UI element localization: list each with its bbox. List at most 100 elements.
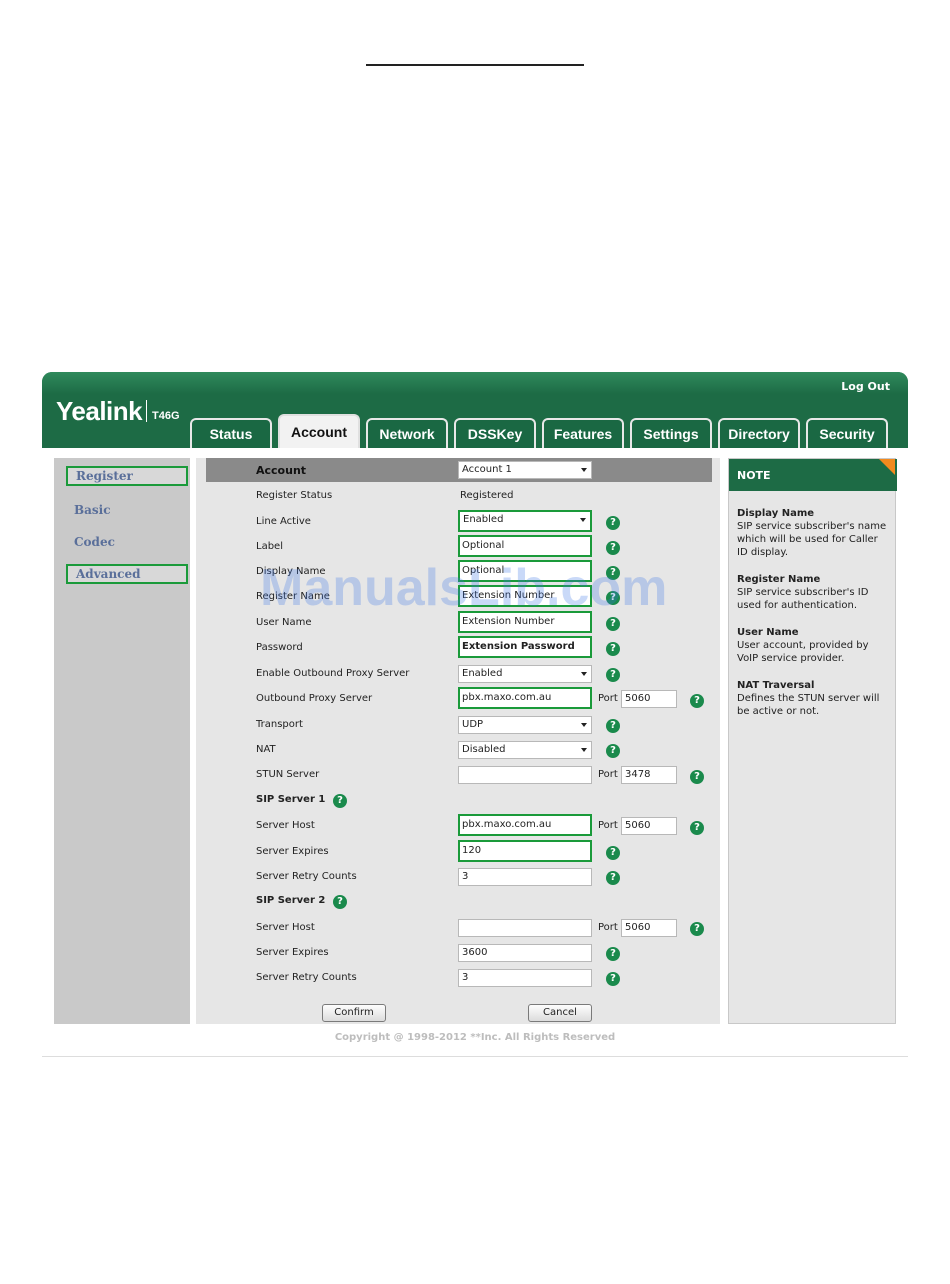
note-item-text: SIP service subscriber's ID used for aut… (737, 587, 869, 611)
copyright-text: Copyright @ 1998-2012 **Inc. All Rights … (334, 1032, 616, 1043)
sip2-port-field[interactable]: 5060 (621, 919, 677, 937)
note-item: User Name User account, provided by VoIP… (737, 626, 891, 665)
note-item: Display Name SIP service subscriber's na… (737, 507, 891, 559)
sip-server-1-title: SIP Server 1 (256, 794, 326, 805)
sidebar-item-register[interactable]: Register (66, 466, 188, 486)
help-icon[interactable]: ? (690, 821, 704, 835)
note-item-text: Defines the STUN server will be active o… (737, 693, 880, 717)
password-field[interactable]: Extension Password (458, 636, 592, 658)
help-icon[interactable]: ? (690, 694, 704, 708)
port-label: Port (598, 820, 618, 831)
yealink-web-ui: Yealink T46G Log Out Status Account Netw… (42, 372, 908, 1062)
help-icon[interactable]: ? (606, 642, 620, 656)
label-field[interactable]: Optional (458, 535, 592, 557)
note-corner-flag (879, 459, 895, 475)
line-active-label: Line Active (256, 516, 311, 527)
help-icon[interactable]: ? (606, 972, 620, 986)
sidebar-item-basic[interactable]: Basic (66, 500, 188, 520)
tab-directory[interactable]: Directory (718, 418, 800, 448)
port-label: Port (598, 693, 618, 704)
sip1-retry-counts-label: Server Retry Counts (256, 871, 357, 882)
port-label: Port (598, 769, 618, 780)
sip1-port-field[interactable]: 5060 (621, 817, 677, 835)
tab-features[interactable]: Features (542, 418, 624, 448)
register-status-value: Registered (460, 490, 514, 501)
help-icon[interactable]: ? (606, 744, 620, 758)
chevron-down-icon (581, 468, 587, 472)
brand-logo: Yealink (56, 396, 143, 426)
note-item: Register Name SIP service subscriber's I… (737, 573, 891, 612)
help-icon[interactable]: ? (333, 895, 347, 909)
sip2-retry-counts-field[interactable]: 3 (458, 969, 592, 987)
help-icon[interactable]: ? (606, 668, 620, 682)
help-icon[interactable]: ? (606, 719, 620, 733)
sip-server-2-title: SIP Server 2 (256, 895, 326, 906)
account-select-value: Account 1 (462, 464, 512, 475)
help-icon[interactable]: ? (690, 922, 704, 936)
sip2-server-host-label: Server Host (256, 922, 315, 933)
help-icon[interactable]: ? (606, 516, 620, 530)
outbound-port-field[interactable]: 5060 (621, 690, 677, 708)
help-icon[interactable]: ? (333, 794, 347, 808)
sip2-server-host-field[interactable] (458, 919, 592, 937)
note-item-title: NAT Traversal (737, 680, 815, 691)
transport-select[interactable]: UDP (458, 716, 592, 734)
account-form: Account Account 1 Register Status Regist… (196, 458, 720, 1024)
tab-security[interactable]: Security (806, 418, 888, 448)
sip2-server-expires-label: Server Expires (256, 947, 329, 958)
help-icon[interactable]: ? (690, 770, 704, 784)
note-panel: NOTE Display Name SIP service subscriber… (728, 458, 897, 1024)
header-bar: Yealink T46G Log Out Status Account Netw… (42, 372, 908, 448)
nat-select[interactable]: Disabled (458, 741, 592, 759)
outbound-proxy-field[interactable]: pbx.maxo.com.au (458, 687, 592, 709)
account-select[interactable]: Account 1 (458, 461, 592, 479)
password-label: Password (256, 642, 303, 653)
sip1-server-expires-label: Server Expires (256, 846, 329, 857)
note-item-title: Register Name (737, 574, 821, 585)
logo-separator (146, 400, 147, 422)
stun-server-label: STUN Server (256, 769, 320, 780)
page-top-rule (366, 64, 584, 66)
note-item-text: SIP service subscriber's name which will… (737, 521, 887, 558)
transport-value: UDP (462, 719, 484, 730)
help-icon[interactable]: ? (606, 541, 620, 555)
model-label: T46G (152, 410, 180, 422)
logout-link[interactable]: Log Out (841, 380, 890, 393)
account-selector-bar: Account Account 1 (206, 458, 712, 482)
sip1-server-expires-field[interactable]: 120 (458, 840, 592, 862)
port-label: Port (598, 922, 618, 933)
line-active-select[interactable]: Enabled (458, 510, 592, 532)
help-icon[interactable]: ? (606, 846, 620, 860)
tab-settings[interactable]: Settings (630, 418, 712, 448)
nat-value: Disabled (462, 744, 506, 755)
tab-dsskey[interactable]: DSSKey (454, 418, 536, 448)
label-label: Label (256, 541, 283, 552)
note-body: Display Name SIP service subscriber's na… (737, 507, 891, 732)
chevron-down-icon (581, 672, 587, 676)
tab-network[interactable]: Network (366, 418, 448, 448)
outbound-proxy-label: Outbound Proxy Server (256, 693, 373, 704)
stun-server-field[interactable] (458, 766, 592, 784)
sidebar: Register Basic Codec Advanced (54, 458, 190, 1024)
sip2-server-expires-field[interactable]: 3600 (458, 944, 592, 962)
nat-label: NAT (256, 744, 276, 755)
note-title: NOTE (729, 459, 897, 491)
sidebar-item-advanced[interactable]: Advanced (66, 564, 188, 584)
enable-outbound-proxy-label: Enable Outbound Proxy Server (256, 668, 410, 679)
sip2-retry-counts-label: Server Retry Counts (256, 972, 357, 983)
sidebar-item-codec[interactable]: Codec (66, 532, 188, 552)
help-icon[interactable]: ? (606, 947, 620, 961)
chevron-down-icon (581, 748, 587, 752)
tab-status[interactable]: Status (190, 418, 272, 448)
help-icon[interactable]: ? (606, 617, 620, 631)
tab-account[interactable]: Account (278, 414, 360, 448)
cancel-button[interactable]: Cancel (528, 1004, 592, 1022)
sip1-server-host-field[interactable]: pbx.maxo.com.au (458, 814, 592, 836)
watermark-text: ManualsLib.com (260, 559, 668, 617)
sip1-retry-counts-field[interactable]: 3 (458, 868, 592, 886)
stun-port-field[interactable]: 3478 (621, 766, 677, 784)
help-icon[interactable]: ? (606, 871, 620, 885)
register-status-label: Register Status (256, 490, 333, 501)
enable-outbound-proxy-select[interactable]: Enabled (458, 665, 592, 683)
confirm-button[interactable]: Confirm (322, 1004, 386, 1022)
